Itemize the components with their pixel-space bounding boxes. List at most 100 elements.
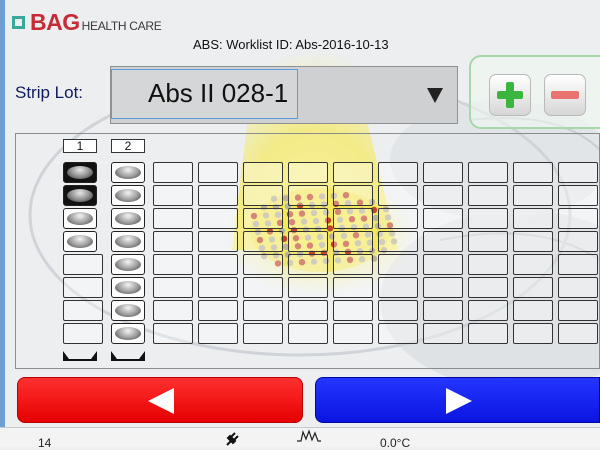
empty-well-slot[interactable]	[423, 323, 463, 344]
empty-well-slot[interactable]	[558, 208, 598, 229]
empty-well-slot[interactable]	[243, 162, 283, 183]
empty-well-slot[interactable]	[378, 323, 418, 344]
empty-well-slot[interactable]	[63, 323, 103, 344]
empty-well-slot[interactable]	[513, 277, 553, 298]
empty-well-slot[interactable]	[558, 323, 598, 344]
empty-well-slot[interactable]	[423, 185, 463, 206]
empty-well-slot[interactable]	[153, 208, 193, 229]
back-button[interactable]	[17, 377, 303, 423]
empty-well-slot[interactable]	[288, 300, 328, 321]
empty-well-slot[interactable]	[288, 277, 328, 298]
empty-well-slot[interactable]	[513, 185, 553, 206]
empty-well-slot[interactable]	[423, 162, 463, 183]
empty-well-slot[interactable]	[288, 185, 328, 206]
empty-well-slot[interactable]	[378, 185, 418, 206]
empty-well-slot[interactable]	[423, 208, 463, 229]
strip-well[interactable]	[111, 208, 145, 229]
empty-well-slot[interactable]	[558, 162, 598, 183]
empty-well-slot[interactable]	[468, 185, 508, 206]
empty-well-slot[interactable]	[153, 300, 193, 321]
empty-well-slot[interactable]	[243, 277, 283, 298]
empty-well-slot[interactable]	[333, 323, 373, 344]
strip-well[interactable]	[111, 277, 145, 298]
empty-well-slot[interactable]	[513, 162, 553, 183]
empty-well-slot[interactable]	[198, 208, 238, 229]
empty-well-slot[interactable]	[423, 277, 463, 298]
empty-well-slot[interactable]	[468, 162, 508, 183]
next-button[interactable]	[315, 377, 600, 423]
empty-well-slot[interactable]	[243, 254, 283, 275]
strip-well[interactable]	[111, 185, 145, 206]
empty-well-slot[interactable]	[558, 254, 598, 275]
empty-well-slot[interactable]	[333, 185, 373, 206]
empty-well-slot[interactable]	[288, 162, 328, 183]
empty-well-slot[interactable]	[558, 300, 598, 321]
empty-well-slot[interactable]	[423, 254, 463, 275]
empty-well-slot[interactable]	[378, 231, 418, 252]
empty-well-slot[interactable]	[513, 323, 553, 344]
empty-well-slot[interactable]	[558, 231, 598, 252]
empty-well-slot[interactable]	[288, 231, 328, 252]
empty-well-slot[interactable]	[468, 323, 508, 344]
empty-well-slot[interactable]	[243, 185, 283, 206]
empty-well-slot[interactable]	[243, 208, 283, 229]
empty-well-slot[interactable]	[198, 162, 238, 183]
empty-well-slot[interactable]	[63, 277, 103, 298]
empty-well-slot[interactable]	[198, 323, 238, 344]
empty-well-slot[interactable]	[333, 277, 373, 298]
empty-well-slot[interactable]	[153, 231, 193, 252]
empty-well-slot[interactable]	[198, 254, 238, 275]
empty-well-slot[interactable]	[468, 277, 508, 298]
strip-lot-value[interactable]: Abs II 028-1	[111, 69, 298, 119]
empty-well-slot[interactable]	[153, 323, 193, 344]
empty-well-slot[interactable]	[378, 277, 418, 298]
strip-well[interactable]	[111, 162, 145, 183]
empty-well-slot[interactable]	[378, 254, 418, 275]
empty-well-slot[interactable]	[243, 323, 283, 344]
empty-well-slot[interactable]	[468, 300, 508, 321]
empty-well-slot[interactable]	[198, 277, 238, 298]
empty-well-slot[interactable]	[468, 231, 508, 252]
empty-well-slot[interactable]	[198, 300, 238, 321]
empty-well-slot[interactable]	[198, 231, 238, 252]
empty-well-slot[interactable]	[333, 162, 373, 183]
empty-well-slot[interactable]	[288, 208, 328, 229]
empty-well-slot[interactable]	[153, 185, 193, 206]
empty-well-slot[interactable]	[423, 300, 463, 321]
strip-well[interactable]	[111, 254, 145, 275]
strip-well[interactable]	[63, 208, 97, 229]
empty-well-slot[interactable]	[558, 185, 598, 206]
empty-well-slot[interactable]	[333, 231, 373, 252]
empty-well-slot[interactable]	[153, 277, 193, 298]
empty-well-slot[interactable]	[378, 162, 418, 183]
strip-well[interactable]	[111, 323, 145, 344]
empty-well-slot[interactable]	[333, 300, 373, 321]
empty-well-slot[interactable]	[243, 231, 283, 252]
add-strip-button[interactable]	[489, 74, 531, 116]
strip-well[interactable]	[111, 231, 145, 252]
empty-well-slot[interactable]	[378, 300, 418, 321]
empty-well-slot[interactable]	[513, 208, 553, 229]
dropdown-arrow-icon[interactable]	[427, 88, 443, 103]
empty-well-slot[interactable]	[243, 300, 283, 321]
empty-well-slot[interactable]	[333, 254, 373, 275]
empty-well-slot[interactable]	[288, 323, 328, 344]
empty-well-slot[interactable]	[288, 254, 328, 275]
empty-well-slot[interactable]	[153, 254, 193, 275]
empty-well-slot[interactable]	[378, 208, 418, 229]
strip-well[interactable]	[63, 185, 97, 206]
empty-well-slot[interactable]	[63, 300, 103, 321]
empty-well-slot[interactable]	[153, 162, 193, 183]
empty-well-slot[interactable]	[468, 254, 508, 275]
empty-well-slot[interactable]	[513, 300, 553, 321]
strip-lot-dropdown[interactable]: Abs II 028-1	[110, 66, 458, 124]
strip-well[interactable]	[63, 162, 97, 183]
empty-well-slot[interactable]	[333, 208, 373, 229]
empty-well-slot[interactable]	[423, 231, 463, 252]
empty-well-slot[interactable]	[468, 208, 508, 229]
empty-well-slot[interactable]	[513, 254, 553, 275]
strip-well[interactable]	[111, 300, 145, 321]
strip-well[interactable]	[63, 231, 97, 252]
empty-well-slot[interactable]	[63, 254, 103, 275]
empty-well-slot[interactable]	[198, 185, 238, 206]
